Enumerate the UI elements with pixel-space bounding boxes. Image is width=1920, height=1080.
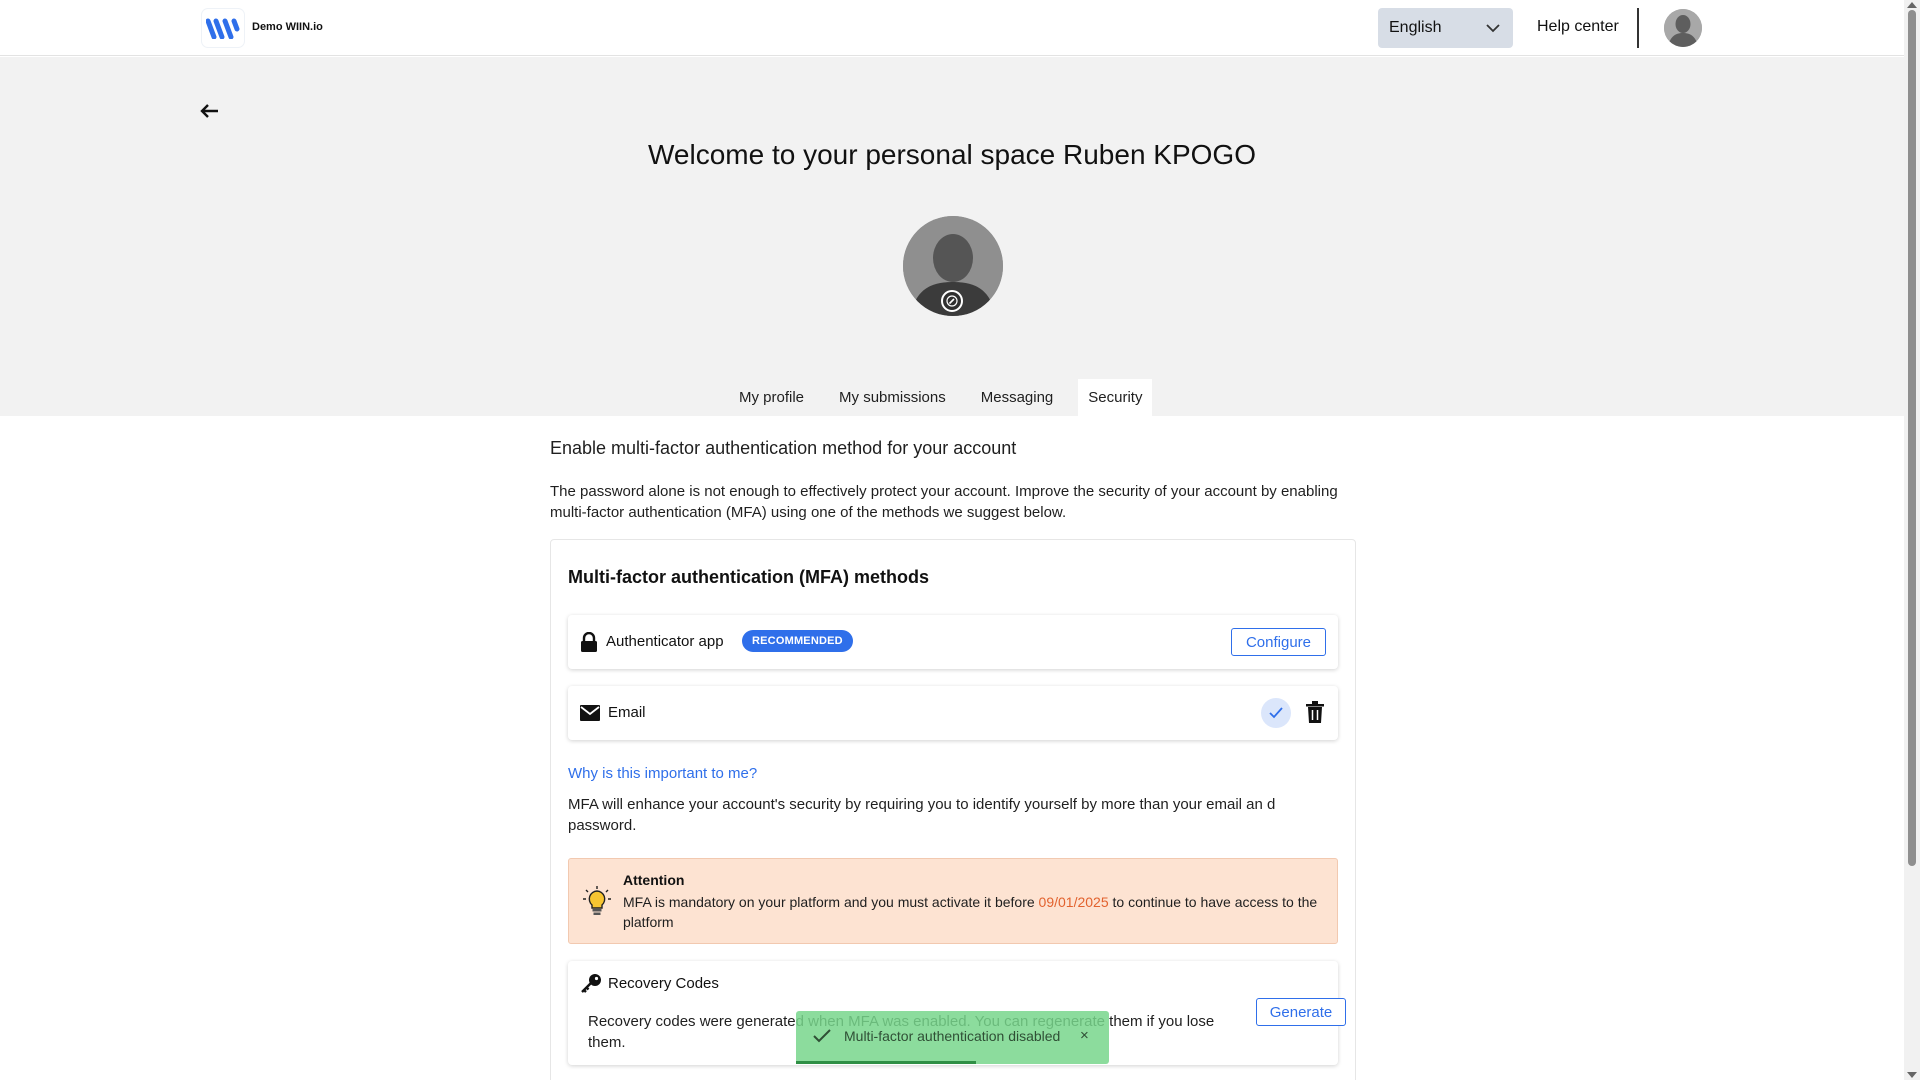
section-description: The password alone is not enough to effe… xyxy=(550,483,1338,521)
mfa-explanation: MFA will enhance your account's security… xyxy=(568,796,1276,834)
user-silhouette-icon xyxy=(1664,9,1702,47)
toast-close-button[interactable]: × xyxy=(1080,1027,1089,1044)
method-email: Email xyxy=(568,686,1338,740)
success-toast: Multi-factor authentication disabled × xyxy=(796,1011,1109,1064)
generate-button[interactable]: Generate xyxy=(1256,998,1346,1026)
logo-icon xyxy=(206,18,240,39)
top-header: Demo WIIN.io English Help center xyxy=(0,0,1904,56)
help-center-link[interactable]: Help center xyxy=(1537,18,1619,36)
scroll-up-arrow-icon[interactable] xyxy=(1907,2,1917,8)
trash-icon[interactable] xyxy=(1306,701,1324,723)
pencil-icon xyxy=(946,295,958,307)
method-authenticator-app: Authenticator app RECOMMENDED Configure xyxy=(568,615,1338,669)
deadline-date: 09/01/2025 xyxy=(1038,894,1109,910)
toast-progress-bar xyxy=(796,1061,976,1064)
method-label: Email xyxy=(608,704,646,721)
back-arrow-icon[interactable] xyxy=(200,103,220,119)
tab-my-profile[interactable]: My profile xyxy=(729,379,814,416)
scroll-down-arrow-icon[interactable] xyxy=(1907,1072,1917,1078)
language-select[interactable]: English xyxy=(1378,8,1513,48)
tab-my-submissions[interactable]: My submissions xyxy=(829,379,956,416)
check-icon xyxy=(813,1029,831,1043)
configure-button[interactable]: Configure xyxy=(1231,628,1326,656)
edit-avatar-button[interactable] xyxy=(941,290,963,312)
attention-text: MFA is mandatory on your platform and yo… xyxy=(623,892,1328,932)
toast-message: Multi-factor authentication disabled xyxy=(844,1028,1061,1044)
method-label: Authenticator app xyxy=(606,633,724,650)
tab-messaging[interactable]: Messaging xyxy=(971,379,1064,416)
attention-title: Attention xyxy=(623,872,685,888)
lock-icon xyxy=(581,632,597,652)
user-avatar-button[interactable] xyxy=(1664,9,1702,47)
header-divider xyxy=(1637,8,1639,48)
card-title: Multi-factor authentication (MFA) method… xyxy=(568,567,929,587)
key-icon xyxy=(581,974,601,993)
why-important-link[interactable]: Why is this important to me? xyxy=(568,765,757,782)
page-title: Welcome to your personal space Ruben KPO… xyxy=(647,139,1256,170)
recommended-badge: RECOMMENDED xyxy=(742,630,853,652)
page-scrollbar[interactable] xyxy=(1904,0,1920,1080)
lightbulb-icon xyxy=(583,886,611,915)
section-title: Enable multi-factor authentication metho… xyxy=(550,438,1017,458)
scroll-thumb[interactable] xyxy=(1908,10,1916,866)
check-icon xyxy=(1269,707,1283,719)
tab-security[interactable]: Security xyxy=(1078,379,1153,416)
attention-alert: Attention MFA is mandatory on your platf… xyxy=(568,858,1338,944)
chevron-down-icon xyxy=(1486,24,1500,33)
envelope-icon xyxy=(580,705,600,721)
mfa-methods-card: Multi-factor authentication (MFA) method… xyxy=(550,539,1356,1080)
attention-text-start: MFA is mandatory on your platform and yo… xyxy=(623,894,1039,910)
enabled-check-icon xyxy=(1261,698,1291,728)
recovery-title: Recovery Codes xyxy=(608,975,719,992)
language-value: English xyxy=(1389,19,1442,36)
brand-name: Demo WIIN.io xyxy=(252,21,323,33)
wiin-logo[interactable] xyxy=(202,9,244,47)
profile-tabs: My profile My submissions Messaging Secu… xyxy=(729,379,1153,416)
